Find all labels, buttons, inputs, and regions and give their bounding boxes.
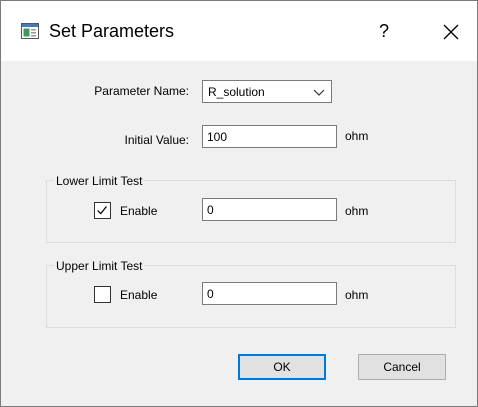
initial-value-text: 100 [207, 130, 228, 144]
dialog-title: Set Parameters [49, 21, 175, 41]
cancel-button[interactable]: Cancel [358, 354, 446, 380]
initial-value-unit: ohm [345, 129, 369, 143]
initial-value-field[interactable]: 100 [202, 125, 337, 148]
lower-limit-enable-checkbox[interactable] [94, 202, 111, 219]
help-button[interactable]: ? [369, 17, 399, 45]
upper-limit-value-field[interactable]: 0 [202, 282, 337, 305]
parameter-name-label: Parameter Name: [94, 84, 189, 98]
title-bar[interactable]: Set Parameters ? [1, 1, 477, 61]
initial-value-label: Initial Value: [124, 133, 189, 147]
set-parameters-dialog: Set Parameters ? Parameter Name: R_solut… [0, 0, 478, 407]
lower-limit-value-field[interactable]: 0 [202, 198, 337, 221]
dialog-app-icon [21, 23, 39, 39]
parameter-name-dropdown[interactable]: R_solution [202, 80, 332, 103]
lower-limit-value-text: 0 [207, 203, 214, 217]
lower-limit-unit: ohm [345, 204, 369, 218]
ok-button[interactable]: OK [238, 354, 326, 380]
upper-limit-group-title: Upper Limit Test [54, 259, 145, 273]
upper-limit-enable-label: Enable [120, 288, 158, 302]
checkmark-icon [97, 206, 107, 215]
chevron-down-icon [313, 89, 325, 96]
upper-limit-enable-checkbox[interactable] [94, 286, 111, 303]
lower-limit-enable-label: Enable [120, 204, 158, 218]
lower-limit-group-title: Lower Limit Test [54, 174, 145, 188]
parameter-name-value: R_solution [208, 85, 265, 99]
upper-limit-unit: ohm [345, 288, 369, 302]
close-icon[interactable] [437, 18, 465, 46]
upper-limit-value-text: 0 [207, 287, 214, 301]
